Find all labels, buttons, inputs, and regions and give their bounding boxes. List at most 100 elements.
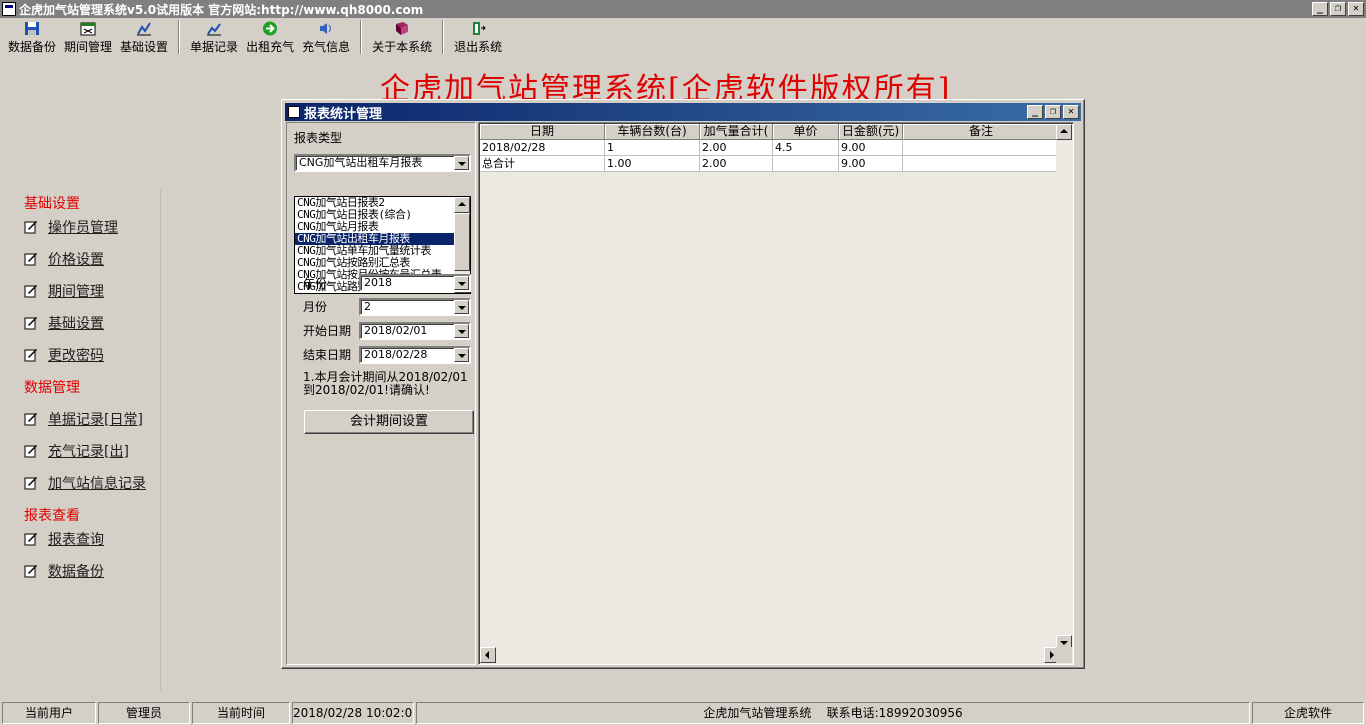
column-header[interactable]: 单价 xyxy=(773,124,839,140)
column-header[interactable]: 日金额(元) xyxy=(839,124,903,140)
toolbar-rental-fill-button[interactable]: 出租充气 xyxy=(242,18,298,56)
minimize-button[interactable]: _ xyxy=(1312,2,1328,16)
toolbar-label: 单据记录 xyxy=(190,40,239,54)
chevron-down-icon[interactable] xyxy=(454,276,469,290)
exit-door-icon xyxy=(473,22,486,35)
column-header[interactable]: 加气量合计( xyxy=(700,124,773,140)
table-row[interactable]: 2018/02/28 1 2.00 4.5 9.00 xyxy=(480,140,1060,156)
end-date-picker[interactable]: 2018/02/28 xyxy=(359,346,471,364)
dialog-minimize-button[interactable]: _ xyxy=(1027,105,1043,119)
close-button[interactable]: ✕ xyxy=(1348,2,1364,16)
sidebar-item-label: 基础设置 xyxy=(48,316,104,332)
dialog-icon xyxy=(288,106,300,118)
note-edit-icon xyxy=(24,413,37,426)
note-edit-icon xyxy=(24,253,37,266)
table-cell[interactable] xyxy=(903,156,1060,172)
sidebar-group-data: 数据管理 xyxy=(24,380,80,396)
month-select[interactable]: 2 xyxy=(359,298,471,316)
table-cell[interactable]: 1 xyxy=(605,140,700,156)
dialog-title: 报表统计管理 xyxy=(304,106,383,122)
dialog-maximize-button[interactable]: ❐ xyxy=(1045,105,1061,119)
speaker-icon xyxy=(320,23,332,34)
chevron-down-icon[interactable] xyxy=(454,156,469,170)
toolbar-data-backup-button[interactable]: 数据备份 xyxy=(4,18,60,56)
table-cell[interactable] xyxy=(903,140,1060,156)
toolbar-separator xyxy=(178,20,181,54)
report-type-value: CNG加气站出租车月报表 xyxy=(299,156,423,169)
scroll-left-icon[interactable] xyxy=(480,647,496,663)
report-grid[interactable]: 日期 车辆台数(台) 加气量合计( 单价 日金额(元) 备注 2018/02/2… xyxy=(478,122,1074,665)
grid-horizontal-scrollbar[interactable] xyxy=(480,647,1060,663)
column-header[interactable]: 日期 xyxy=(480,124,605,140)
toolbar-separator xyxy=(360,20,363,54)
sidebar-group-basic: 基础设置 xyxy=(24,196,80,212)
table-cell[interactable]: 9.00 xyxy=(839,140,903,156)
column-header[interactable]: 备注 xyxy=(903,124,1060,140)
sidebar-item-label: 报表查询 xyxy=(48,532,104,548)
sidebar-item-report-query[interactable]: 报表查询 xyxy=(24,529,104,549)
start-date-picker[interactable]: 2018/02/01 xyxy=(359,322,471,340)
table-cell[interactable]: 2.00 xyxy=(700,140,773,156)
end-date-value: 2018/02/28 xyxy=(364,348,428,361)
main-toolbar: 数据备份 期间管理 基础设置 单据记录 出租充气 充气信息 关于本系统 退出系统 xyxy=(0,18,1366,56)
sidebar-item-data-backup[interactable]: 数据备份 xyxy=(24,561,104,581)
toolbar-label: 退出系统 xyxy=(454,40,503,54)
scroll-up-icon[interactable] xyxy=(1056,124,1072,140)
table-cell[interactable]: 总合计 xyxy=(480,156,605,172)
note-edit-icon xyxy=(24,221,37,234)
dialog-title-bar[interactable]: 报表统计管理 _ ❐ ✕ xyxy=(285,103,1081,122)
toolbar-about-button[interactable]: 关于本系统 xyxy=(368,18,436,56)
column-header[interactable]: 车辆台数(台) xyxy=(605,124,700,140)
table-cell[interactable]: 4.5 xyxy=(773,140,839,156)
note-edit-icon xyxy=(24,349,37,362)
note-edit-icon xyxy=(24,317,37,330)
table-cell[interactable]: 9.00 xyxy=(839,156,903,172)
sidebar-item-station-info[interactable]: 加气站信息记录 xyxy=(24,473,146,493)
toolbar-period-button[interactable]: 期间管理 xyxy=(60,18,116,56)
sidebar-item-daily-records[interactable]: 单据记录[日常] xyxy=(24,409,143,429)
restore-button[interactable]: ❐ xyxy=(1330,2,1346,16)
sidebar-item-label: 加气站信息记录 xyxy=(48,476,146,492)
scroll-up-icon[interactable] xyxy=(454,197,470,213)
table-cell[interactable] xyxy=(773,156,839,172)
start-date-label: 开始日期 xyxy=(303,324,352,338)
filter-pane: 报表类型 CNG加气站出租车月报表 CNG加气站日报表2 CNG加气站日报表(综… xyxy=(286,122,476,665)
dialog-close-button[interactable]: ✕ xyxy=(1063,105,1079,119)
table-row-total[interactable]: 总合计 1.00 2.00 9.00 xyxy=(480,156,1060,172)
app-icon xyxy=(2,2,16,16)
year-select[interactable]: 2018 xyxy=(359,274,471,292)
table-cell[interactable]: 2018/02/28 xyxy=(480,140,605,156)
toolbar-label: 充气信息 xyxy=(302,40,351,54)
grid-vertical-scrollbar[interactable] xyxy=(1056,124,1072,651)
green-arrow-icon xyxy=(263,21,278,36)
sidebar-item-operators[interactable]: 操作员管理 xyxy=(24,217,118,237)
sidebar-item-basic-settings[interactable]: 基础设置 xyxy=(24,313,104,333)
toolbar-label: 出租充气 xyxy=(246,40,295,54)
sidebar-item-change-password[interactable]: 更改密码 xyxy=(24,345,104,365)
table-cell[interactable]: 1.00 xyxy=(605,156,700,172)
toolbar-exit-button[interactable]: 退出系统 xyxy=(450,18,506,56)
sidebar-item-period[interactable]: 期间管理 xyxy=(24,281,104,301)
settings-chart-icon xyxy=(137,22,152,36)
toolbar-basic-settings-button[interactable]: 基础设置 xyxy=(116,18,172,56)
sidebar-item-fill-records[interactable]: 充气记录[出] xyxy=(24,441,129,461)
period-settings-button[interactable]: 会计期间设置 xyxy=(304,410,474,434)
sidebar-item-label: 单据记录[日常] xyxy=(48,412,143,428)
toolbar-records-button[interactable]: 单据记录 xyxy=(186,18,242,56)
chevron-down-icon[interactable] xyxy=(454,348,469,362)
toolbar-fill-info-button[interactable]: 充气信息 xyxy=(298,18,354,56)
chevron-down-icon[interactable] xyxy=(454,324,469,338)
report-type-select[interactable]: CNG加气站出租车月报表 xyxy=(294,154,471,172)
sidebar-divider xyxy=(160,190,161,690)
scroll-thumb[interactable] xyxy=(454,213,470,271)
toolbar-label: 基础设置 xyxy=(120,40,169,54)
window-title-bar[interactable]: 企虎加气站管理系统v5.0试用版本 官方网站:http://www.qh8000… xyxy=(0,0,1366,18)
sidebar-item-label: 价格设置 xyxy=(48,252,104,268)
year-label: 年份 xyxy=(303,277,328,291)
chevron-down-icon[interactable] xyxy=(454,300,469,314)
sidebar-item-price-settings[interactable]: 价格设置 xyxy=(24,249,104,269)
window-title: 企虎加气站管理系统v5.0试用版本 官方网站:http://www.qh8000… xyxy=(19,2,424,17)
table-cell[interactable]: 2.00 xyxy=(700,156,773,172)
note-edit-icon xyxy=(24,565,37,578)
scroll-corner xyxy=(1056,647,1072,663)
